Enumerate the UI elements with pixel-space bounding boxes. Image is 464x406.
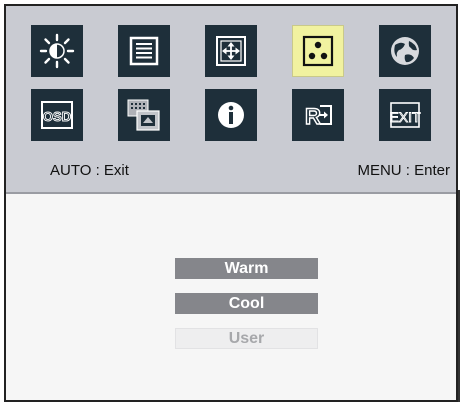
position-tile[interactable] — [205, 25, 257, 77]
svg-text:OSD: OSD — [43, 109, 71, 124]
top-menu-panel: OSD R EXIT AUTO: Exit MENU: Enter — [6, 6, 456, 194]
auto-exit-hint: AUTO : Exit — [50, 162, 129, 179]
input-source-tile[interactable] — [118, 89, 170, 141]
cool-option[interactable]: Cool — [175, 293, 318, 314]
osd-settings-icon: OSD — [41, 101, 73, 129]
frame-edge — [458, 190, 460, 402]
language-tile[interactable] — [379, 25, 431, 77]
input-source-icon — [127, 99, 160, 131]
menu-enter-hint: MENU : Enter — [357, 162, 450, 179]
user-option[interactable]: User — [175, 328, 318, 349]
picture-settings-icon — [129, 36, 159, 66]
information-tile[interactable] — [205, 89, 257, 141]
information-icon — [218, 102, 244, 128]
language-globe-icon — [391, 37, 419, 65]
brightness-icon — [39, 33, 75, 69]
position-icon — [216, 36, 246, 66]
reset-icon: R — [304, 103, 332, 130]
osd-settings-tile[interactable]: OSD — [31, 89, 83, 141]
reset-tile[interactable]: R — [292, 89, 344, 141]
svg-text:EXIT: EXIT — [389, 109, 421, 125]
color-temperature-submenu: Warm Cool User — [6, 194, 456, 400]
brightness-tile[interactable] — [31, 25, 83, 77]
menu-icon-grid: OSD R EXIT — [31, 25, 431, 141]
exit-tile[interactable]: EXIT — [379, 89, 431, 141]
picture-settings-tile[interactable] — [118, 25, 170, 77]
color-temperature-icon — [302, 35, 334, 67]
exit-icon: EXIT — [389, 102, 421, 128]
svg-text:R: R — [305, 104, 321, 129]
color-temperature-tile[interactable] — [292, 25, 344, 77]
warm-option[interactable]: Warm — [175, 258, 318, 279]
osd-menu: OSD R EXIT AUTO: Exit MENU: Enter Warm… — [4, 4, 458, 402]
